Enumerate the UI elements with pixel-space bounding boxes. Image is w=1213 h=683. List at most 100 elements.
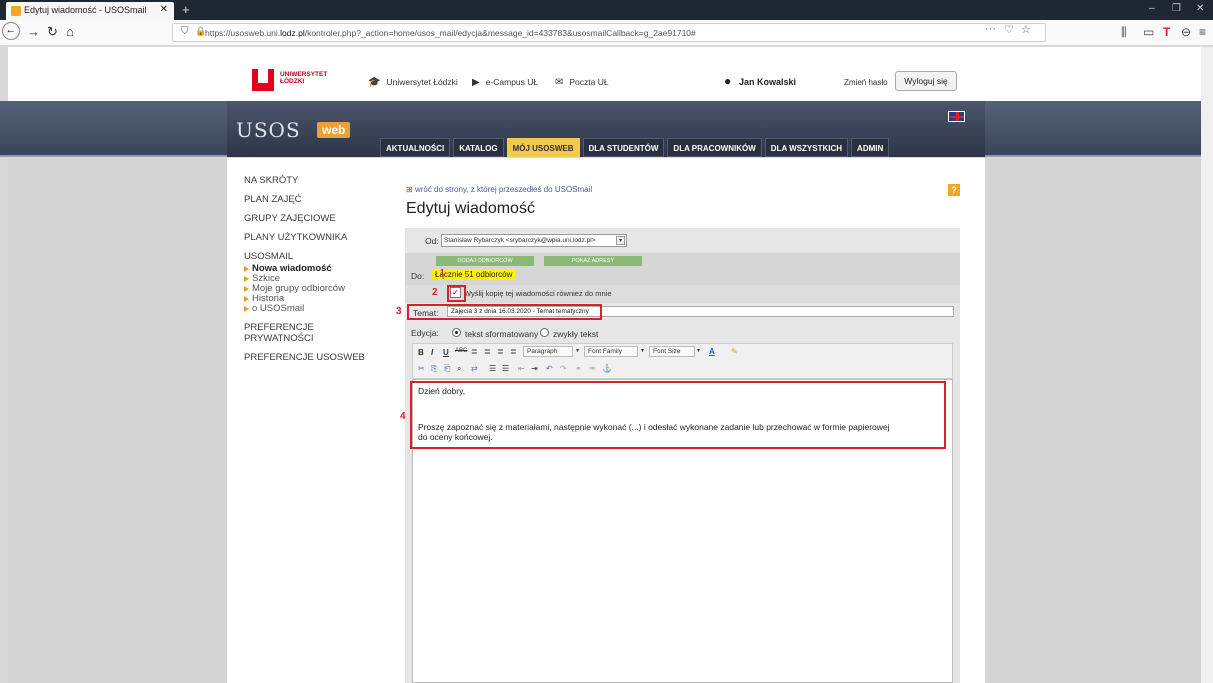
paragraph-select[interactable]: Paragraph [523,346,573,357]
align-center-icon[interactable]: ≣ [484,347,491,356]
font-family-chevron-icon[interactable]: ▾ [641,347,644,354]
paragraph-chevron-icon[interactable]: ▾ [576,347,579,354]
home-icon[interactable]: ⌂ [66,24,74,39]
user-name[interactable]: Jan Kowalski [739,77,796,87]
usos-logo[interactable]: USOS [236,118,301,142]
minimize-icon[interactable]: – [1149,3,1155,14]
align-left-icon[interactable]: ≣ [471,347,478,356]
cut-icon[interactable]: ✂ [418,364,425,373]
extension-t-icon[interactable]: T [1163,25,1170,39]
library-icon[interactable]: ⫼ [1121,25,1127,40]
lock-icon[interactable]: 🔒 [195,26,206,37]
plain-text-label: zwykły tekst [553,329,599,339]
text-color-icon[interactable]: A [709,347,715,356]
link-university[interactable]: 🎓 Uniwersytet Łódzki [368,77,458,88]
account-icon[interactable]: ⊖ [1181,25,1191,39]
annotation-number-2: 2 [432,287,438,298]
bookmark-star-icon[interactable]: ☆ [1021,23,1031,36]
sidebar-sub-about[interactable]: o USOSmail [244,304,384,314]
font-family-select-value: Font Family [588,348,622,355]
underline-icon[interactable]: U [443,348,449,357]
outdent-icon[interactable]: ⇤ [518,364,525,373]
numbered-list-icon[interactable]: ☰ [502,364,509,373]
highlight-color-icon[interactable]: ✎ [731,347,738,356]
rich-text-radio[interactable] [452,328,461,337]
university-logo-text[interactable]: UNIWERSYTET ŁÓDZKI [280,71,327,85]
forward-arrow-icon[interactable]: → [27,24,40,39]
annotation-box-2 [447,285,466,302]
bullet-list-icon[interactable]: ☰ [489,364,496,373]
sidebar-item-shortcuts[interactable]: NA SKRÓTY [244,175,384,186]
close-tab-icon[interactable]: ✕ [160,4,168,15]
link-mail[interactable]: ✉ Poczta UŁ [555,77,609,88]
shield-icon[interactable]: ⛉ [181,26,189,37]
undo-icon[interactable]: ↶ [546,364,553,373]
university-logo-icon[interactable] [252,69,274,91]
link-ecampus[interactable]: ▶ e-Campus UŁ [472,77,538,88]
link-university-label: Uniwersytet Łódzki [386,77,458,87]
page-title: Edytuj wiadomość [406,200,535,217]
align-right-icon[interactable]: ≣ [497,347,504,356]
show-addresses-button[interactable]: POKAŻ ADRESY [544,256,642,266]
add-recipients-button[interactable]: DODAJ ODBIORCÓW [436,256,534,266]
sidebar-item-usosmail[interactable]: USOSMAIL [244,251,384,262]
copy-icon[interactable]: ⎘ [431,364,437,374]
bold-icon[interactable]: B [418,348,424,357]
menu-news[interactable]: AKTUALNOŚCI [380,138,451,157]
font-size-chevron-icon[interactable]: ▾ [697,347,700,354]
reload-icon[interactable]: ↻ [47,24,58,40]
sidebar-item-privacy[interactable]: PREFERENCJE PRYWATNOŚCI [244,322,334,344]
sidebar-item-schedule[interactable]: PLAN ZAJĘĆ [244,194,384,205]
change-password-link[interactable]: Zmień hasło [844,78,888,87]
plain-text-radio[interactable] [540,328,549,337]
font-family-select[interactable]: Font Family [584,346,638,357]
align-justify-icon[interactable]: ≣ [510,347,517,356]
font-size-select[interactable]: Font Size [649,346,695,357]
english-flag-icon[interactable] [948,111,965,122]
find-icon[interactable]: ⌕ [457,364,461,374]
menu-catalog[interactable]: KATALOG [453,138,504,157]
logout-button[interactable]: Wyloguj się [895,71,957,91]
usos-web-logo[interactable]: web [317,122,351,138]
link-icon[interactable]: ⚭ [575,364,582,373]
editor-toolbar: B I U ABC ≣ ≣ ≣ ≣ Paragraph ▾ Font Famil… [412,343,953,379]
menu-everyone[interactable]: DLA WSZYSTKICH [764,138,849,157]
unlink-icon[interactable]: ⚮ [589,364,596,373]
page-actions-icon[interactable]: ··· [985,23,996,35]
pocket-icon[interactable]: ♡ [1004,23,1014,36]
menu-employees[interactable]: DLA PRACOWNIKÓW [667,138,762,157]
scrollbar[interactable] [1201,47,1213,683]
link-mail-label: Poczta UŁ [569,77,609,87]
menu-students[interactable]: DLA STUDENTÓW [582,138,665,157]
help-icon[interactable]: ? [948,184,960,196]
sidebar-item-groups[interactable]: GRUPY ZAJĘCIOWE [244,213,384,224]
menu-my-usosweb[interactable]: MÓJ USOSWEB [506,138,580,157]
logo-line2: ŁÓDZKI [280,78,305,85]
paste-icon[interactable]: ⎗ [444,364,450,374]
back-arrow-icon[interactable]: ← [2,22,20,40]
menu-icon[interactable]: ≡ [1199,25,1206,39]
browser-tab[interactable]: Edytuj wiadomość - USOSmail ✕ [6,2,174,20]
italic-icon[interactable]: I [431,348,433,357]
strikethrough-icon[interactable]: ABC [455,348,467,354]
replace-icon[interactable]: ⇄ [471,364,478,373]
anchor-icon[interactable]: ⚓ [602,364,612,373]
back-link-label: wróć do strony, z której przeszedłeś do … [414,185,593,194]
annotation-number-1: 1 [440,268,445,277]
from-select[interactable]: Stanisław Rybarczyk <srybarczyk@wpia.uni… [441,234,627,247]
window-close-icon[interactable]: ✕ [1196,3,1204,14]
sidebar: NA SKRÓTY PLAN ZAJĘĆ GRUPY ZAJĘCIOWE PLA… [244,175,384,371]
recipients-count[interactable]: Łącznie 51 odbiorców [432,269,516,280]
redo-icon[interactable]: ↷ [560,364,567,373]
sidebar-icon[interactable]: ▭ [1143,25,1154,39]
indent-icon[interactable]: ⇥ [531,364,538,373]
plus-box-icon: ⊞ [406,185,413,194]
maximize-icon[interactable]: ❐ [1172,3,1181,14]
back-link[interactable]: ⊞ wróć do strony, z której przeszedłeś d… [406,185,592,194]
menu-admin[interactable]: ADMIN [851,138,890,157]
logo-line1: UNIWERSYTET [280,71,328,78]
sidebar-item-usosweb-prefs[interactable]: PREFERENCJE USOSWEB [244,352,384,363]
sidebar-item-user-plans[interactable]: PLANY UŻYTKOWNIKA [244,232,384,243]
new-tab-icon[interactable]: + [182,2,190,17]
url-bar[interactable]: ⛉ 🔒 https://usosweb.uni.lodz.pl/kontrole… [172,23,1046,42]
